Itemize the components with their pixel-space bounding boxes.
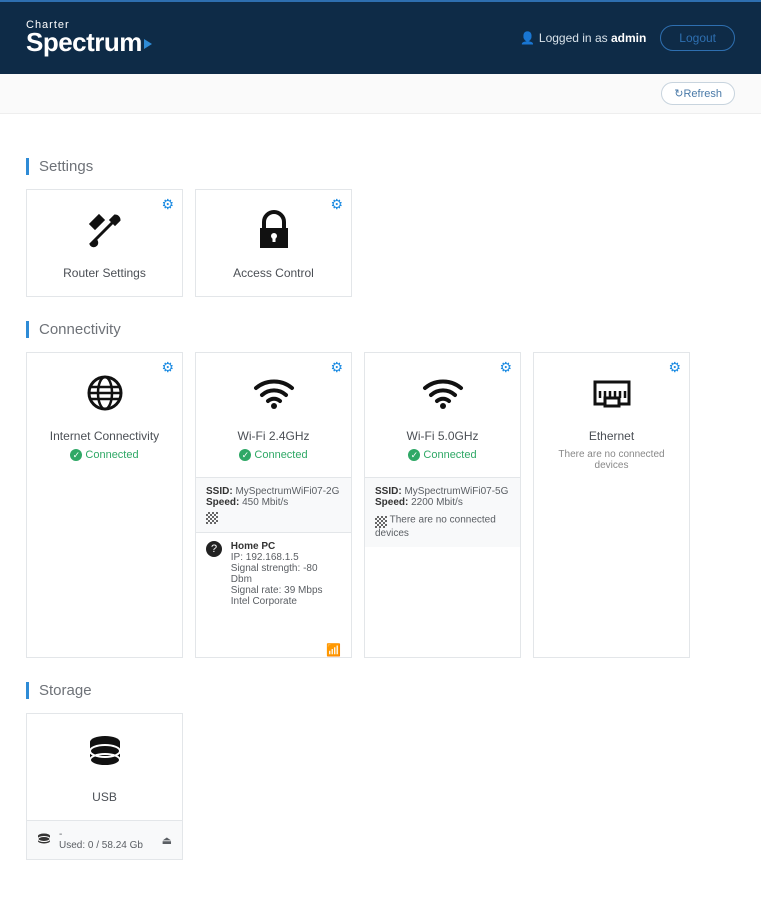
check-icon: ✓ xyxy=(239,449,251,461)
device-info: Home PC IP: 192.168.1.5 Signal strength:… xyxy=(231,541,341,607)
internet-card[interactable]: ⚙ Internet Connectivity ✓Connected xyxy=(26,352,183,658)
card-title: Ethernet xyxy=(542,429,681,443)
content-area: Settings ⚙ Router Settings ⚙ Access Cont… xyxy=(0,114,761,890)
wifi-icon xyxy=(204,371,343,415)
status: ✓Connected xyxy=(204,449,343,461)
wifi24-card[interactable]: ⚙ Wi-Fi 2.4GHz ✓Connected SSID: MySpectr… xyxy=(195,352,352,658)
logout-button[interactable]: Logout xyxy=(660,25,735,51)
section-title-storage: Storage xyxy=(26,682,735,699)
check-icon: ✓ xyxy=(408,449,420,461)
connectivity-grid: ⚙ Internet Connectivity ✓Connected ⚙ Wi-… xyxy=(26,352,735,658)
device-row[interactable]: ? Home PC IP: 192.168.1.5 Signal strengt… xyxy=(196,532,351,615)
brand-logo: Charter Spectrum xyxy=(26,21,152,54)
access-control-card[interactable]: ⚙ Access Control xyxy=(195,189,352,297)
wifi5-details: SSID: MySpectrumWiFi07-5G Speed: 2200 Mb… xyxy=(365,477,520,547)
header-bar: Charter Spectrum 👤Logged in as admin Log… xyxy=(0,0,761,74)
card-title: Wi-Fi 2.4GHz xyxy=(204,429,343,443)
user-icon: 👤 xyxy=(520,31,535,45)
section-title-connectivity: Connectivity xyxy=(26,321,735,338)
check-icon: ✓ xyxy=(70,449,82,461)
card-title: Internet Connectivity xyxy=(35,429,174,443)
qr-icon[interactable] xyxy=(206,512,218,524)
section-title-settings: Settings xyxy=(26,158,735,175)
ethernet-icon xyxy=(542,371,681,415)
tools-icon xyxy=(35,208,174,252)
drive-icon xyxy=(37,833,51,848)
gear-icon[interactable]: ⚙ xyxy=(161,359,174,376)
sub-toolbar: ↻Refresh xyxy=(0,74,761,114)
usb-details: - Used: 0 / 58.24 Gb ⏏ xyxy=(27,820,182,859)
wifi24-details: SSID: MySpectrumWiFi07-2G Speed: 450 Mbi… xyxy=(196,477,351,532)
card-title: Wi-Fi 5.0GHz xyxy=(373,429,512,443)
wifi-signal-icon: 📶 xyxy=(326,643,341,657)
settings-grid: ⚙ Router Settings ⚙ Access Control xyxy=(26,189,735,297)
no-devices-msg: There are no connected devices xyxy=(542,449,681,471)
gear-icon[interactable]: ⚙ xyxy=(330,196,343,213)
card-title: USB xyxy=(35,790,174,804)
brand-big-row: Spectrum xyxy=(26,31,152,54)
question-icon: ? xyxy=(206,541,222,557)
lock-icon xyxy=(204,208,343,252)
logged-in-text: 👤Logged in as admin xyxy=(520,31,646,45)
wifi-icon xyxy=(373,371,512,415)
brand-triangle-icon xyxy=(144,39,152,49)
qr-icon[interactable] xyxy=(375,516,387,528)
status: ✓Connected xyxy=(373,449,512,461)
gear-icon[interactable]: ⚙ xyxy=(330,359,343,376)
gear-icon[interactable]: ⚙ xyxy=(668,359,681,376)
router-settings-card[interactable]: ⚙ Router Settings xyxy=(26,189,183,297)
brand-big: Spectrum xyxy=(26,27,142,57)
globe-icon xyxy=(35,371,174,415)
ethernet-card[interactable]: ⚙ Ethernet There are no connected device… xyxy=(533,352,690,658)
eject-icon[interactable]: ⏏ xyxy=(162,834,172,847)
storage-grid: USB - Used: 0 / 58.24 Gb ⏏ xyxy=(26,713,735,860)
gear-icon[interactable]: ⚙ xyxy=(161,196,174,213)
status: ✓Connected xyxy=(35,449,174,461)
refresh-button[interactable]: ↻Refresh xyxy=(661,82,735,105)
usb-card[interactable]: USB - Used: 0 / 58.24 Gb ⏏ xyxy=(26,713,183,860)
card-title: Router Settings xyxy=(35,266,174,280)
card-title: Access Control xyxy=(204,266,343,280)
gear-icon[interactable]: ⚙ xyxy=(499,359,512,376)
database-icon xyxy=(35,732,174,776)
wifi5-card[interactable]: ⚙ Wi-Fi 5.0GHz ✓Connected SSID: MySpectr… xyxy=(364,352,521,658)
usb-usage: - Used: 0 / 58.24 Gb xyxy=(51,829,162,851)
